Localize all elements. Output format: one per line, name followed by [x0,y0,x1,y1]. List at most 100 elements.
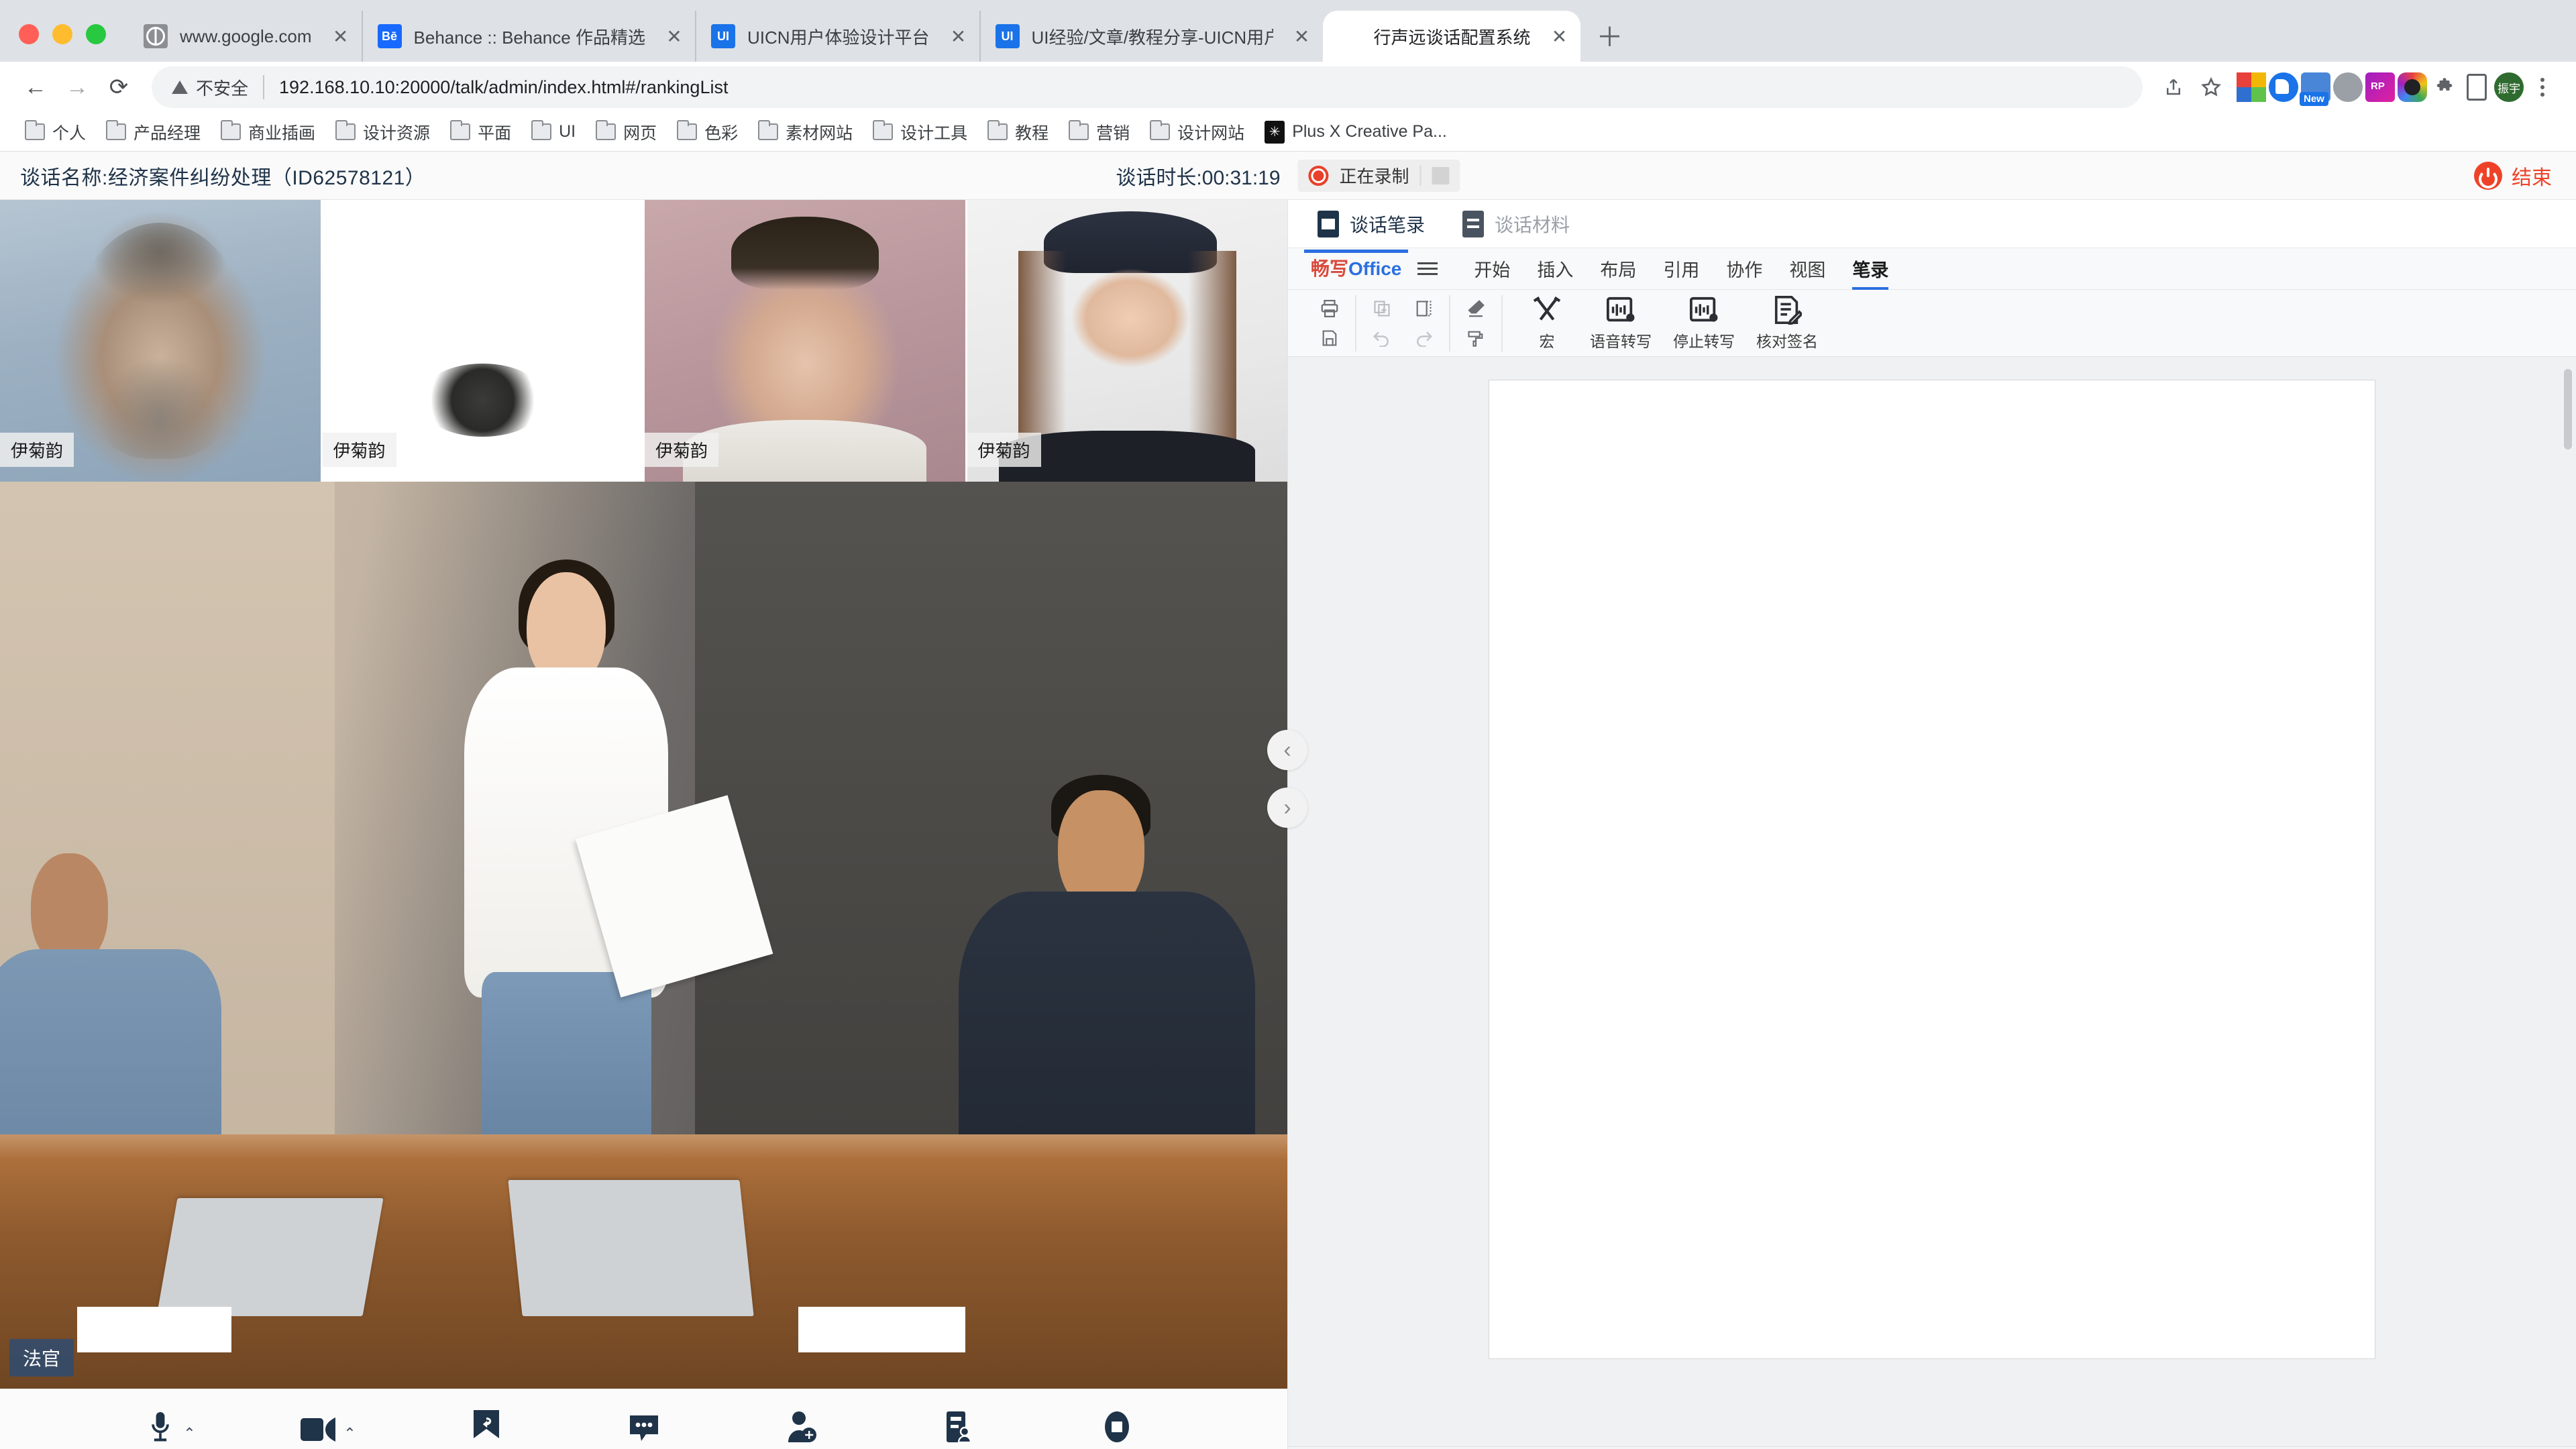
format-painter-icon[interactable] [1462,327,1489,350]
reload-icon[interactable]: ⟳ [98,66,140,108]
close-icon[interactable]: ✕ [329,25,352,48]
mute-button[interactable]: ⌃ 静音 [92,1399,250,1449]
chevron-left-icon[interactable]: ‹ [1267,730,1307,770]
minimize-window-button[interactable] [52,24,72,44]
copy-icon[interactable] [1368,297,1395,320]
bookmark-ui[interactable]: UI [523,118,584,146]
maximize-window-button[interactable] [86,24,106,44]
stop-square-icon[interactable] [1432,166,1450,184]
chevron-up-icon[interactable]: ⌃ [343,1426,356,1444]
participant-name: 伊菊韵 [0,433,74,467]
bookmark-material-sites[interactable]: 素材网站 [749,116,861,148]
bookmark-label: 产品经理 [133,123,201,143]
bookmark-marketing[interactable]: 营销 [1060,116,1138,148]
ribbon-tab-transcript[interactable]: 笔录 [1839,248,1902,290]
record-dot-icon [1308,165,1329,186]
talk-duration: 谈话时长:00:31:19 [1116,166,1281,189]
chevron-right-icon[interactable]: › [1267,788,1307,828]
close-icon[interactable]: ✕ [947,25,970,48]
video-options-button[interactable]: ⌃ 视频选项 [250,1399,407,1449]
bookmark-plus-x-creative[interactable]: ✳ Plus X Creative Pa... [1256,117,1456,148]
close-icon[interactable]: ✕ [663,25,686,48]
voice-transcribe-icon [1606,297,1635,322]
ribbon-tab-insert[interactable]: 插入 [1523,248,1587,290]
new-tab-button[interactable]: ＋ [1590,15,1630,55]
browser-tab-behance[interactable]: Bē Behance :: Behance 作品精选 ✕ [361,11,695,62]
puzzle-extensions-icon[interactable] [2430,72,2459,102]
bookmark-personal[interactable]: 个人 [16,116,95,148]
participant-tile[interactable]: 伊菊韵 [322,200,643,482]
participant-tile[interactable]: 伊菊韵 [0,200,321,482]
stop-record-button[interactable]: 停止录制 [1038,1399,1195,1449]
eraser-icon[interactable] [1462,297,1489,320]
undo-icon[interactable] [1368,327,1395,350]
color-grid-extension-icon[interactable] [2237,72,2266,102]
main-video-stage[interactable]: 法官 [0,482,1287,1389]
participant-tile[interactable]: 伊菊韵 [645,200,965,482]
address-bar[interactable]: 不安全 192.168.10.10:20000/talk/admin/index… [152,66,2143,108]
hamburger-icon[interactable] [1417,262,1438,275]
not-secure-indicator[interactable]: 不安全 [172,75,248,100]
bookmark-product-manager[interactable]: 产品经理 [97,116,209,148]
bookmark-design-resources[interactable]: 设计资源 [327,116,439,148]
save-icon[interactable] [1316,327,1343,350]
redo-icon[interactable] [1410,327,1437,350]
document-page[interactable] [1489,380,2375,1359]
document-canvas[interactable] [1288,357,2576,1446]
stop-transcribe-button[interactable]: 停止转写 [1662,295,1746,352]
blue-globe-extension-icon[interactable] [2269,72,2298,102]
browser-tab-xingshengyuan[interactable]: ✗ 行声远谈话配置系统 ✕ [1322,11,1580,62]
bookmark-tutorials[interactable]: 教程 [979,116,1057,148]
camera-ring-extension-icon[interactable] [2398,72,2427,102]
browser-tab-uicn-platform[interactable]: UI UICN用户体验设计平台 ✕ [694,11,979,62]
ribbon-tab-view[interactable]: 视图 [1776,248,1839,290]
close-icon[interactable]: ✕ [1548,25,1571,48]
macro-button[interactable]: 宏 [1515,295,1579,352]
invite-button[interactable]: 邀请 [722,1399,880,1449]
screen-share-button[interactable]: 屏幕共享 [407,1399,565,1449]
browser-tab-uicn-articles[interactable]: UI UI经验/文章/教程分享-UICN用户 ✕ [979,11,1323,62]
folder-icon [595,120,616,140]
print-icon[interactable] [1316,297,1343,320]
forward-icon[interactable]: → [56,66,98,108]
close-window-button[interactable] [19,24,39,44]
tab-transcript[interactable]: 谈话笔录 [1318,210,1425,237]
document-scrollbar[interactable] [2564,369,2572,449]
gray-gear-extension-icon[interactable] [2333,72,2363,102]
member-manage-button[interactable]: 成员管理 [880,1399,1038,1449]
green-zhenyu-extension-icon[interactable]: 振宇 [2494,72,2524,102]
uicn-icon: UI [710,24,735,48]
sidepanel-icon[interactable] [2462,72,2491,102]
video-column: 伊菊韵 伊菊韵 伊菊韵 伊菊韵 法官 ‹ › ⌃ ⌃ [0,200,1307,1449]
browser-tab-google[interactable]: www.google.com ✕ [129,11,362,62]
tab-materials[interactable]: 谈话材料 [1462,210,1570,237]
bookmark-graphic[interactable]: 平面 [441,116,520,148]
verify-signature-button[interactable]: 核对签名 [1746,295,1829,352]
ribbon-tab-collaborate[interactable]: 协作 [1713,248,1776,290]
ribbon-tab-layout[interactable]: 布局 [1587,248,1650,290]
ribbon-tab-reference[interactable]: 引用 [1650,248,1713,290]
text-chat-button[interactable]: 文字交谈 [565,1399,722,1449]
bookmark-commercial-illustration[interactable]: 商业插画 [212,116,324,148]
chevron-up-icon[interactable]: ⌃ [183,1426,195,1444]
bookmark-design-sites[interactable]: 设计网站 [1141,116,1253,148]
screenshot-new-extension-icon[interactable]: New [2300,72,2330,106]
verify-signature-icon [1774,295,1802,325]
bookmark-color[interactable]: 色彩 [668,116,747,148]
plusx-icon: ✳ [1265,120,1285,144]
rp-extension-icon[interactable] [2365,72,2395,102]
bookmark-webpage[interactable]: 网页 [587,116,665,148]
back-icon[interactable]: ← [15,66,56,108]
bookmark-star-icon[interactable] [2192,68,2230,106]
recording-status-badge: 正在录制 [1297,159,1460,192]
share-icon[interactable] [2155,68,2192,106]
close-icon[interactable]: ✕ [1291,25,1313,48]
participant-tile[interactable]: 伊菊韵 [967,200,1287,482]
browser-menu-icon[interactable] [2524,68,2561,106]
paste-icon[interactable] [1410,297,1437,320]
voice-transcribe-button[interactable]: 语音转写 [1579,295,1662,352]
xsy-icon: ✗ [1344,29,1355,43]
ribbon-tab-start[interactable]: 开始 [1460,248,1523,290]
bookmark-design-tools[interactable]: 设计工具 [864,116,976,148]
end-talk-button[interactable]: 结束 [2474,161,2552,191]
